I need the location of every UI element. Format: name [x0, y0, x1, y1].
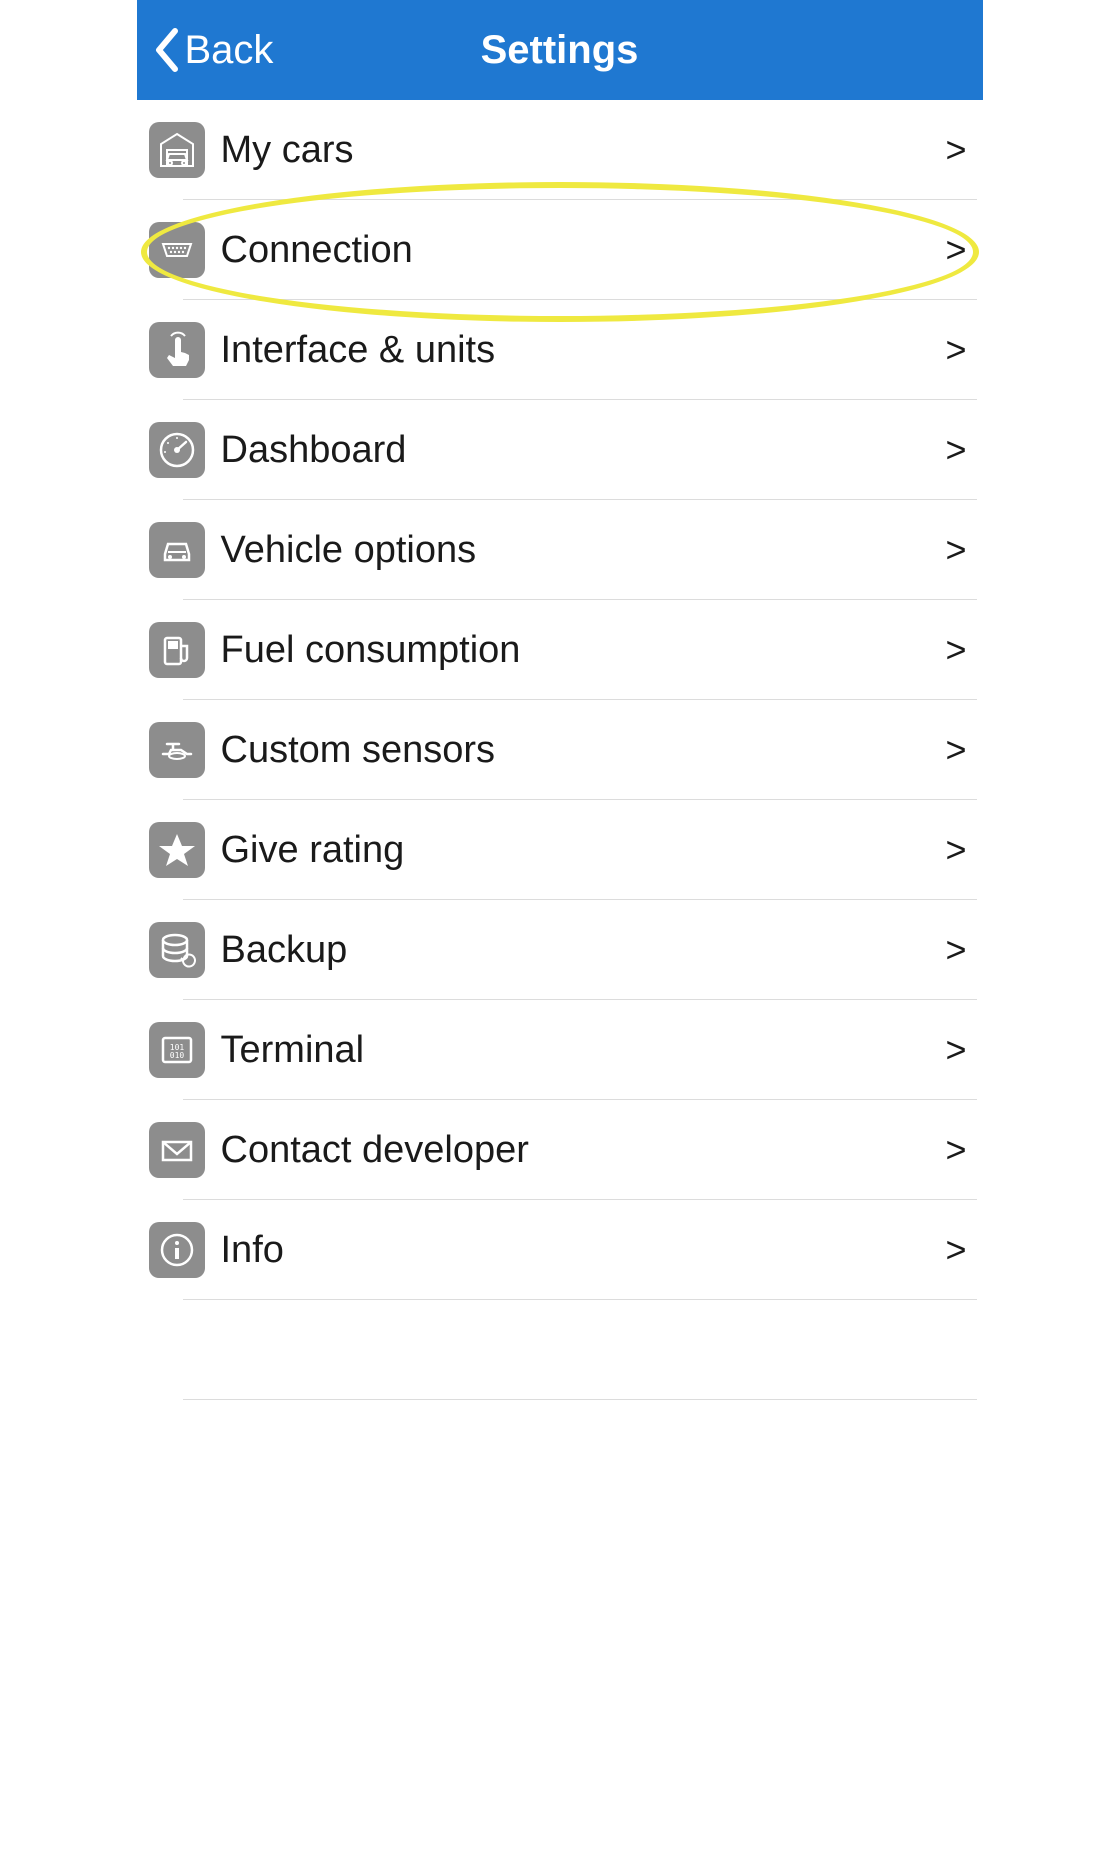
touch-icon	[149, 322, 205, 378]
row-label: Custom sensors	[221, 729, 946, 772]
chevron-right-icon: >	[945, 1129, 972, 1171]
chevron-right-icon: >	[945, 129, 972, 171]
row-dashboard[interactable]: Dashboard >	[137, 400, 983, 500]
fuel-icon	[149, 622, 205, 678]
row-custom-sensors[interactable]: Custom sensors >	[137, 700, 983, 800]
chevron-right-icon: >	[945, 529, 972, 571]
row-contact-developer[interactable]: Contact developer >	[137, 1100, 983, 1200]
row-fuel-consumption[interactable]: Fuel consumption >	[137, 600, 983, 700]
row-vehicle-options[interactable]: Vehicle options >	[137, 500, 983, 600]
row-label: Info	[221, 1229, 946, 1272]
chevron-left-icon	[151, 27, 181, 73]
chevron-right-icon: >	[945, 729, 972, 771]
header-bar: Back Settings	[137, 0, 983, 100]
backup-icon	[149, 922, 205, 978]
settings-list: My cars > Connection > Interface & units…	[137, 100, 983, 1400]
row-give-rating[interactable]: Give rating >	[137, 800, 983, 900]
row-terminal[interactable]: 101010 Terminal >	[137, 1000, 983, 1100]
info-icon	[149, 1222, 205, 1278]
row-info[interactable]: Info >	[137, 1200, 983, 1300]
chevron-right-icon: >	[945, 829, 972, 871]
obd-icon	[149, 222, 205, 278]
row-connection[interactable]: Connection >	[137, 200, 983, 300]
mail-icon	[149, 1122, 205, 1178]
terminal-icon: 101010	[149, 1022, 205, 1078]
chevron-right-icon: >	[945, 629, 972, 671]
chevron-right-icon: >	[945, 1029, 972, 1071]
garage-icon	[149, 122, 205, 178]
row-label: Connection	[221, 229, 946, 272]
svg-text:010: 010	[169, 1051, 184, 1060]
chevron-right-icon: >	[945, 329, 972, 371]
divider	[183, 1399, 977, 1400]
row-label: Backup	[221, 929, 946, 972]
star-icon	[149, 822, 205, 878]
back-button[interactable]: Back	[137, 27, 274, 73]
row-interface-units[interactable]: Interface & units >	[137, 300, 983, 400]
gauge-icon	[149, 422, 205, 478]
row-label: Fuel consumption	[221, 629, 946, 672]
row-label: Dashboard	[221, 429, 946, 472]
row-label: My cars	[221, 129, 946, 172]
chevron-right-icon: >	[945, 429, 972, 471]
chevron-right-icon: >	[945, 929, 972, 971]
row-label: Interface & units	[221, 329, 946, 372]
row-label: Terminal	[221, 1029, 946, 1072]
row-label: Contact developer	[221, 1129, 946, 1172]
row-backup[interactable]: Backup >	[137, 900, 983, 1000]
row-label: Give rating	[221, 829, 946, 872]
row-label: Vehicle options	[221, 529, 946, 572]
row-my-cars[interactable]: My cars >	[137, 100, 983, 200]
page-title: Settings	[481, 28, 639, 73]
car-icon	[149, 522, 205, 578]
sensor-icon	[149, 722, 205, 778]
back-label: Back	[185, 28, 274, 73]
chevron-right-icon: >	[945, 229, 972, 271]
chevron-right-icon: >	[945, 1229, 972, 1271]
